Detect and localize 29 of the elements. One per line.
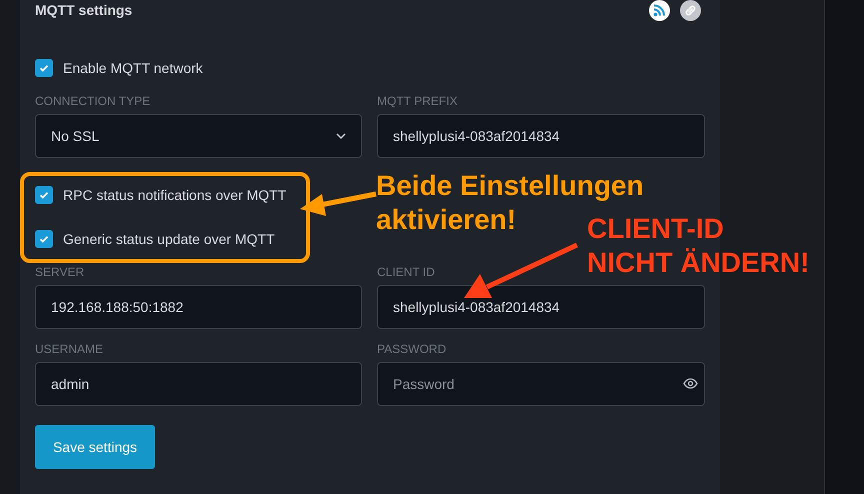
select-field[interactable]: No SSL	[35, 114, 362, 158]
input-field[interactable]: shellyplusi4-083af2014834	[377, 285, 705, 329]
checkbox-label: Enable MQTT network	[63, 60, 203, 76]
link-icon[interactable]	[680, 0, 701, 20]
panel-title: MQTT settings	[35, 2, 132, 18]
checkmark-icon	[38, 233, 50, 245]
checkbox-label: Generic status update over MQTT	[63, 231, 275, 247]
chevron-down-icon	[336, 133, 346, 139]
checkmark-icon	[38, 62, 50, 74]
eye-icon[interactable]	[683, 378, 698, 389]
annotation-text: CLIENT-ID	[587, 212, 725, 246]
checkbox[interactable]	[35, 186, 53, 204]
field-label: USERNAME	[35, 341, 104, 357]
field-label: CONNECTION TYPE	[35, 93, 152, 109]
input-field[interactable]: shellyplusi4-083af2014834	[377, 114, 705, 158]
field-label: CLIENT ID	[377, 264, 436, 280]
annotation-text: NICHT ÄNDERN!	[587, 246, 810, 280]
field-label: PASSWORD	[377, 341, 448, 357]
annotation-text: Beide Einstellungen	[376, 169, 644, 203]
field-label: MQTT PREFIX	[377, 93, 458, 109]
checkbox[interactable]	[35, 59, 53, 77]
checkbox[interactable]	[35, 230, 53, 248]
field-label: SERVER	[35, 264, 86, 280]
rss-icon[interactable]	[649, 0, 670, 20]
input-field[interactable]: admin	[35, 362, 362, 406]
checkmark-icon	[38, 189, 50, 201]
password-field[interactable]: Password	[377, 362, 705, 406]
input-field[interactable]: 192.168.188:50:1882	[35, 285, 362, 329]
checkbox-label: RPC status notifications over MQTT	[63, 187, 286, 203]
